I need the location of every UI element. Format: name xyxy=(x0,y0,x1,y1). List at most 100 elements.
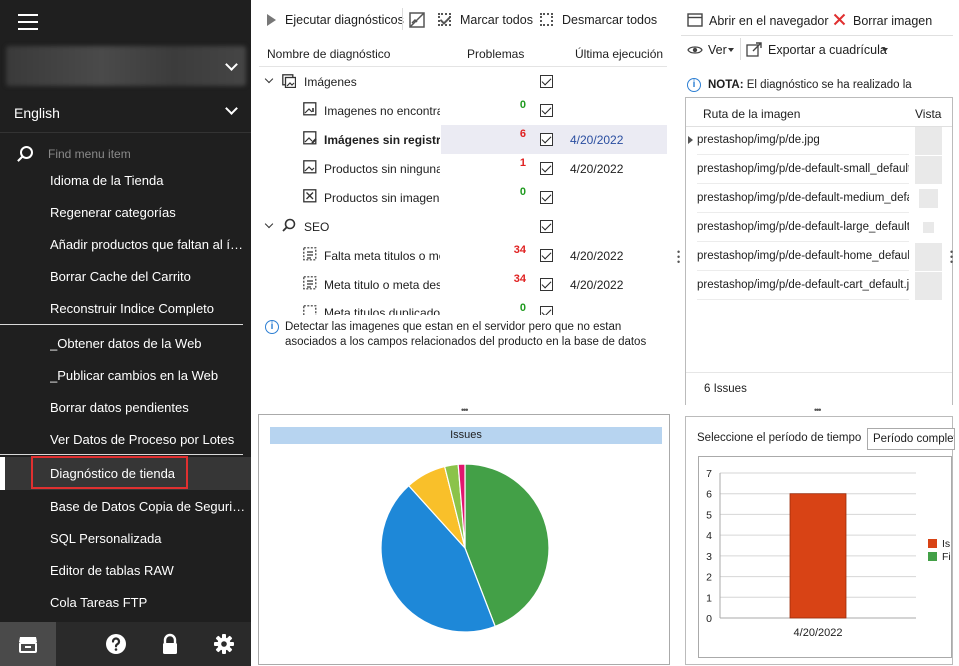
diag-item-name[interactable]: Productos sin ninguna imagen xyxy=(324,162,440,176)
diag-item-name[interactable]: Meta titulo o meta descripcion xyxy=(324,278,440,292)
diag-checkbox[interactable] xyxy=(540,306,553,315)
divider xyxy=(0,132,251,133)
diag-item-name[interactable]: Falta meta titulos o meta descripciones xyxy=(324,249,440,263)
diag-checkbox[interactable] xyxy=(540,191,553,204)
highlight-box xyxy=(31,456,188,489)
note-body: El diagnóstico se ha realizado la xyxy=(746,79,912,91)
run-diagnostics-button[interactable]: Ejecutar diagnósticos xyxy=(285,13,404,27)
table-row[interactable]: prestashop/img/p/de-default-small_defaul… xyxy=(697,155,909,184)
splitter-grip[interactable]: ••• xyxy=(461,406,469,415)
sidebar-item-obtener-datos[interactable]: _Obtener datos de la Web xyxy=(50,336,246,351)
sidebar-item-ver-datos[interactable]: Ver Datos de Proceso por Lotes xyxy=(50,432,246,447)
note-label: NOTA: xyxy=(708,79,744,91)
sidebar-item-borrar-pendientes[interactable]: Borrar datos pendientes xyxy=(50,400,246,415)
lock-icon[interactable] xyxy=(159,633,181,655)
legend-label: Fi xyxy=(942,551,951,563)
view-dropdown[interactable]: Ver xyxy=(708,43,727,57)
sidebar-item-reconstruir[interactable]: Reconstruir Indice Completo xyxy=(50,301,246,316)
last-run-date: 4/20/2022 xyxy=(570,249,624,263)
diag-checkbox[interactable] xyxy=(540,249,553,262)
table-row[interactable]: prestashop/img/p/de-default-large_defaul… xyxy=(697,213,909,242)
problem-count: 1 xyxy=(519,157,526,169)
sidebar-item-anadir-productos[interactable]: Añadir productos que faltan al índice de… xyxy=(50,237,246,252)
group-checkbox-images[interactable] xyxy=(540,75,553,88)
diag-checkbox[interactable] xyxy=(540,104,553,117)
browser-icon xyxy=(687,13,703,27)
table-row[interactable]: prestashop/img/p/de-default-cart_default… xyxy=(697,271,909,300)
help-icon[interactable] xyxy=(105,633,127,655)
diag-item-name[interactable]: Meta titulos duplicados xyxy=(324,306,440,315)
image-thumbnail xyxy=(915,156,942,184)
store-icon[interactable] xyxy=(17,633,39,655)
diag-item-name[interactable]: Imagenes no encontradas xyxy=(324,104,440,118)
account-selector[interactable] xyxy=(6,46,246,86)
column-header-problems[interactable]: Problemas xyxy=(467,47,524,61)
diag-item-name-selected[interactable]: Imágenes sin registros xyxy=(324,133,440,147)
column-header-last-run[interactable]: Última ejecución xyxy=(575,47,663,61)
sidebar-item-publicar-cambios[interactable]: _Publicar cambios en la Web xyxy=(50,368,246,383)
y-tick-label: 6 xyxy=(706,489,712,501)
image-thumbnail xyxy=(919,189,938,208)
search-icon xyxy=(20,146,33,159)
header-divider xyxy=(259,66,667,67)
sidebar-item-backup[interactable]: Base de Datos Copia de Seguridad xyxy=(50,499,246,514)
toolbar-divider xyxy=(681,35,953,36)
table-row[interactable]: prestashop/img/p/de-default-home_default… xyxy=(697,242,909,271)
problem-count: 34 xyxy=(513,273,526,285)
export-grid-dropdown[interactable]: Exportar a cuadrícula xyxy=(768,43,887,57)
chevron-down-icon[interactable] xyxy=(225,102,238,115)
open-browser-button[interactable]: Abrir en el navegador xyxy=(709,14,829,28)
group-checkbox-seo[interactable] xyxy=(540,220,553,233)
table-row[interactable]: prestashop/img/p/de-default-medium_defau… xyxy=(697,184,909,213)
sidebar-item-cola-ftp[interactable]: Cola Tareas FTP xyxy=(50,595,246,610)
y-tick-label: 0 xyxy=(706,613,712,625)
caret-down-icon xyxy=(728,48,734,52)
splitter-grip-vertical[interactable]: • • • xyxy=(677,248,681,267)
issues-pie-chart xyxy=(380,463,550,633)
problem-count: 6 xyxy=(519,128,526,140)
diag-checkbox[interactable] xyxy=(540,162,553,175)
sidebar-item-editor-raw[interactable]: Editor de tablas RAW xyxy=(50,563,246,578)
gear-icon[interactable] xyxy=(213,633,235,655)
row-indicator-icon xyxy=(688,136,693,144)
search-input[interactable] xyxy=(48,145,238,163)
period-label: Seleccione el período de tiempo xyxy=(697,432,862,444)
column-header-name[interactable]: Nombre de diagnóstico xyxy=(267,47,390,61)
play-icon xyxy=(267,14,276,26)
y-tick-label: 3 xyxy=(706,551,712,563)
x-tick-label: 4/20/2022 xyxy=(794,627,843,639)
chevron-down-icon[interactable] xyxy=(264,74,274,84)
delete-icon xyxy=(833,13,846,26)
find-menu-item[interactable] xyxy=(20,145,240,163)
sidebar-item-sql[interactable]: SQL Personalizada xyxy=(50,531,246,546)
period-select[interactable]: Período completo xyxy=(867,428,955,450)
y-tick-label: 4 xyxy=(706,530,712,542)
diagnostic-description: Detectar las imagenes que estan en el se… xyxy=(285,321,647,348)
unmark-all-icon xyxy=(540,13,553,26)
chevron-down-icon[interactable] xyxy=(264,219,274,229)
diag-checkbox[interactable] xyxy=(540,278,553,291)
splitter-grip-vertical[interactable]: • • • xyxy=(950,248,954,267)
issues-bar-chart: 0 1 2 3 4 5 6 7 4/20/2022 IsFi xyxy=(706,468,951,639)
info-icon: i xyxy=(687,78,701,92)
divider xyxy=(0,324,243,325)
unmark-all-button[interactable]: Desmarcar todos xyxy=(562,13,657,27)
group-label-images[interactable]: Imágenes xyxy=(304,75,357,89)
diag-item-name[interactable]: Productos sin imagen xyxy=(324,191,440,205)
table-row[interactable]: prestashop/img/p/de.jpg xyxy=(697,126,909,155)
eye-icon xyxy=(687,46,703,54)
language-selector[interactable]: English xyxy=(14,105,60,121)
toggle-view-icon[interactable] xyxy=(409,12,425,28)
sidebar-item-borrar-cache[interactable]: Borrar Cache del Carrito xyxy=(50,269,246,284)
column-header-path[interactable]: Ruta de la imagen xyxy=(703,107,800,121)
mark-all-button[interactable]: Marcar todos xyxy=(460,13,533,27)
splitter-grip[interactable]: ••• xyxy=(814,406,822,415)
group-label-seo[interactable]: SEO xyxy=(304,220,329,234)
sidebar-item-idioma[interactable]: Idioma de la Tienda xyxy=(50,173,246,188)
delete-image-button[interactable]: Borrar imagen xyxy=(853,14,932,28)
hamburger-menu-icon[interactable] xyxy=(18,14,38,30)
image-thumbnail xyxy=(915,272,942,300)
sidebar-item-regenerar[interactable]: Regenerar categorías xyxy=(50,205,246,220)
diag-checkbox[interactable] xyxy=(540,133,553,146)
column-header-view[interactable]: Vista xyxy=(915,107,941,121)
